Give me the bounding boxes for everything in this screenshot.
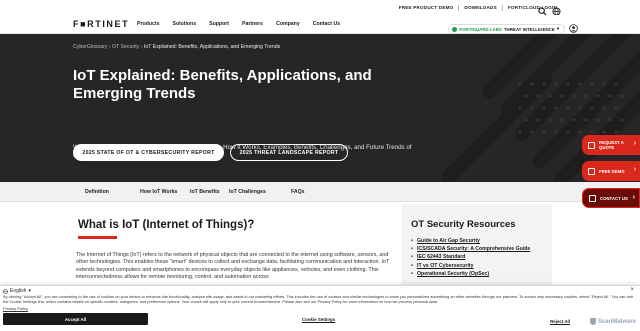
nav-support[interactable]: Support	[209, 21, 229, 27]
breadcrumb-ot-security[interactable]: OT Security	[112, 44, 139, 50]
nav-partners[interactable]: Partners	[242, 21, 263, 27]
scanmalware-watermark: ScanMalware	[589, 318, 636, 325]
threat-landscape-report-button[interactable]: 2025 THREAT LANDSCAPE REPORT	[230, 144, 348, 161]
title-accent-rule	[78, 236, 117, 239]
resources-list: Guide to Air Gap Security ICS/SCADA Secu…	[411, 237, 530, 278]
resource-link[interactable]: IEC 62443 Standard	[411, 253, 530, 261]
resource-link[interactable]: Guide to Air Gap Security	[411, 237, 530, 245]
chevron-right-icon: ›	[632, 194, 635, 201]
resource-link[interactable]: ICS/SCADA Security: A Comprehensive Guid…	[411, 245, 530, 253]
primary-nav-links: Products Solutions Support Partners Comp…	[137, 21, 353, 27]
subnav-iot-challenges[interactable]: IoT Challenges	[229, 189, 266, 195]
subnav-iot-benefits[interactable]: IoT Benefits	[190, 189, 220, 195]
globe-icon	[3, 288, 8, 294]
shield-icon	[589, 318, 596, 325]
contact-us-label: CONTACT US	[600, 195, 628, 201]
downloads-link[interactable]: DOWNLOADS	[459, 4, 503, 11]
section-subnav: Definition How IoT Works IoT Benefits Io…	[0, 182, 640, 202]
nav-solutions[interactable]: Solutions	[172, 21, 196, 27]
chevron-down-icon: ▾	[556, 26, 559, 31]
section-body: The Internet of Things (IoT) refers to t…	[76, 252, 390, 281]
phone-icon	[589, 194, 596, 202]
nav-products[interactable]: Products	[137, 21, 159, 27]
status-dot-icon	[452, 26, 458, 32]
accept-all-button[interactable]: Accept All	[3, 313, 148, 325]
request-quote-tab[interactable]: REQUEST A QUOTE ›	[582, 135, 640, 155]
nav-contact-us[interactable]: Contact Us	[313, 21, 340, 27]
resource-link[interactable]: Operational Security (OpSec)	[411, 270, 530, 278]
fortiguard-label: FORTIGUARD LABS	[459, 26, 502, 32]
page-title: IoT Explained: Benefits, Applications, a…	[73, 67, 372, 102]
breadcrumb-separator: ›	[140, 44, 143, 50]
request-quote-label: REQUEST A QUOTE	[599, 140, 624, 150]
free-product-demo-link[interactable]: FREE PRODUCT DEMO	[394, 4, 460, 11]
chevron-right-icon: ›	[633, 140, 636, 147]
subnav-how-iot-works[interactable]: How IoT Works	[140, 189, 177, 195]
state-of-ot-report-button[interactable]: 2025 STATE OF OT & CYBERSECURITY REPORT	[73, 144, 224, 161]
free-demo-tab[interactable]: FREE DEMO ›	[582, 161, 640, 181]
cookie-banner: English ▾ × By clicking "Accept All", yo…	[0, 285, 640, 331]
reject-all-link[interactable]: Reject All	[550, 319, 570, 324]
resource-link[interactable]: IT vs OT Cybersecurity	[411, 262, 530, 270]
subnav-definition[interactable]: Definition	[85, 189, 109, 195]
threat-intelligence-label: THREAT INTELLIGENCE	[503, 26, 555, 32]
cookie-notice-text: By clicking "Accept All", you are consen…	[3, 294, 634, 304]
demo-icon	[588, 167, 595, 175]
watermark-label: ScanMalware	[597, 318, 636, 325]
contact-us-tab[interactable]: CONTACT US ›	[582, 188, 640, 208]
close-icon[interactable]: ×	[630, 287, 634, 293]
page: FREE PRODUCT DEMO DOWNLOADS FORTICLOUD L…	[0, 0, 640, 331]
sidebar-title: OT Security Resources	[411, 219, 516, 230]
fortinet-logo[interactable]: F■RTINET	[73, 19, 129, 29]
main-nav: F■RTINET Products Solutions Support Part…	[0, 15, 640, 34]
privacy-policy-link[interactable]: Privacy Policy	[3, 306, 28, 311]
breadcrumb-separator: ›	[108, 44, 111, 50]
quote-icon	[588, 141, 595, 149]
subnav-faqs[interactable]: FAQs	[291, 189, 305, 195]
nav-company[interactable]: Company	[276, 21, 300, 27]
cookie-settings-link[interactable]: Cookie Settings	[302, 317, 335, 322]
section-title: What is IoT (Internet of Things)?	[78, 219, 255, 231]
breadcrumb-cyberglossary[interactable]: CyberGlossary	[73, 44, 107, 50]
chevron-right-icon: ›	[633, 166, 636, 173]
breadcrumb: CyberGlossary › OT Security › IoT Explai…	[73, 44, 280, 50]
free-demo-label: FREE DEMO	[599, 168, 625, 174]
fortiguard-labs-badge[interactable]: FORTIGUARD LABS THREAT INTELLIGENCE ▾	[448, 24, 565, 34]
breadcrumb-current: IoT Explained: Benefits, Applications, a…	[143, 44, 281, 50]
